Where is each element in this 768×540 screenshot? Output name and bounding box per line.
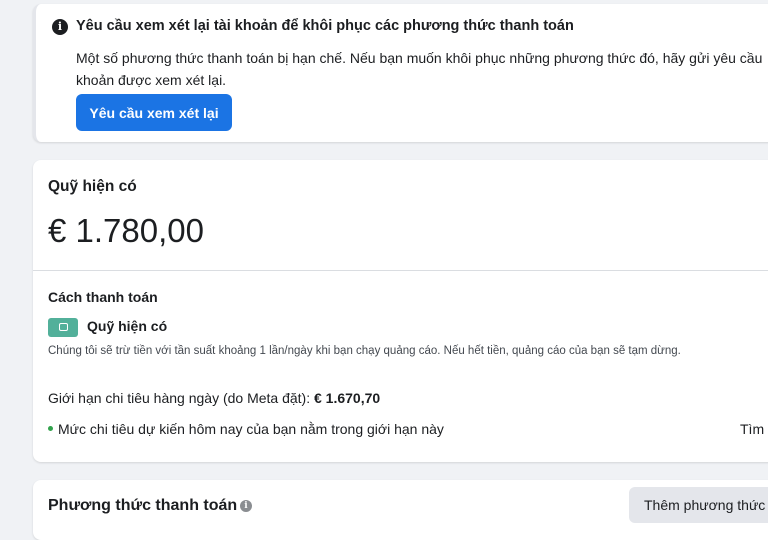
funds-amount: € 1.780,00 <box>48 212 204 249</box>
wallet-icon <box>48 318 78 337</box>
alert-title: Yêu cầu xem xét lại tài khoản để khôi ph… <box>76 18 574 34</box>
available-funds-card: Quỹ hiện có € 1.780,00 Cách thanh toán Q… <box>33 160 768 462</box>
divider <box>33 270 768 271</box>
method-label: Quỹ hiện có <box>87 318 168 334</box>
review-request-alert: i Yêu cầu xem xét lại tài khoản để khôi … <box>33 4 768 142</box>
alert-body: Một số phương thức thanh toán bị hạn chế… <box>76 50 763 88</box>
spending-status: Mức chi tiêu dự kiến hôm nay của bạn nằm… <box>48 421 444 437</box>
daily-limit-value: € 1.670,70 <box>314 390 381 406</box>
request-review-button[interactable]: Yêu cầu xem xét lại <box>76 94 232 131</box>
add-payment-method-button[interactable]: Thêm phương thức <box>629 487 768 523</box>
payment-methods-title: Phương thức thanh toán <box>48 497 238 514</box>
payment-method-heading: Cách thanh toán <box>48 289 158 305</box>
payment-methods-card: Phương thức thanh toán i Thêm phương thứ… <box>33 480 768 540</box>
status-text: Mức chi tiêu dự kiến hôm nay của bạn nằm… <box>58 421 444 437</box>
funds-title: Quỹ hiện có <box>48 178 137 195</box>
status-dot-icon <box>48 425 53 431</box>
info-icon[interactable]: i <box>240 500 252 512</box>
billing-description: Chúng tôi sẽ trừ tiền với tần suất khoản… <box>48 345 681 357</box>
daily-limit-label: Giới hạn chi tiêu hàng ngày (do Meta đặt… <box>48 390 314 406</box>
find-link[interactable]: Tìm <box>740 421 764 437</box>
daily-spending-limit: Giới hạn chi tiêu hàng ngày (do Meta đặt… <box>48 390 380 406</box>
info-icon: i <box>52 19 68 35</box>
